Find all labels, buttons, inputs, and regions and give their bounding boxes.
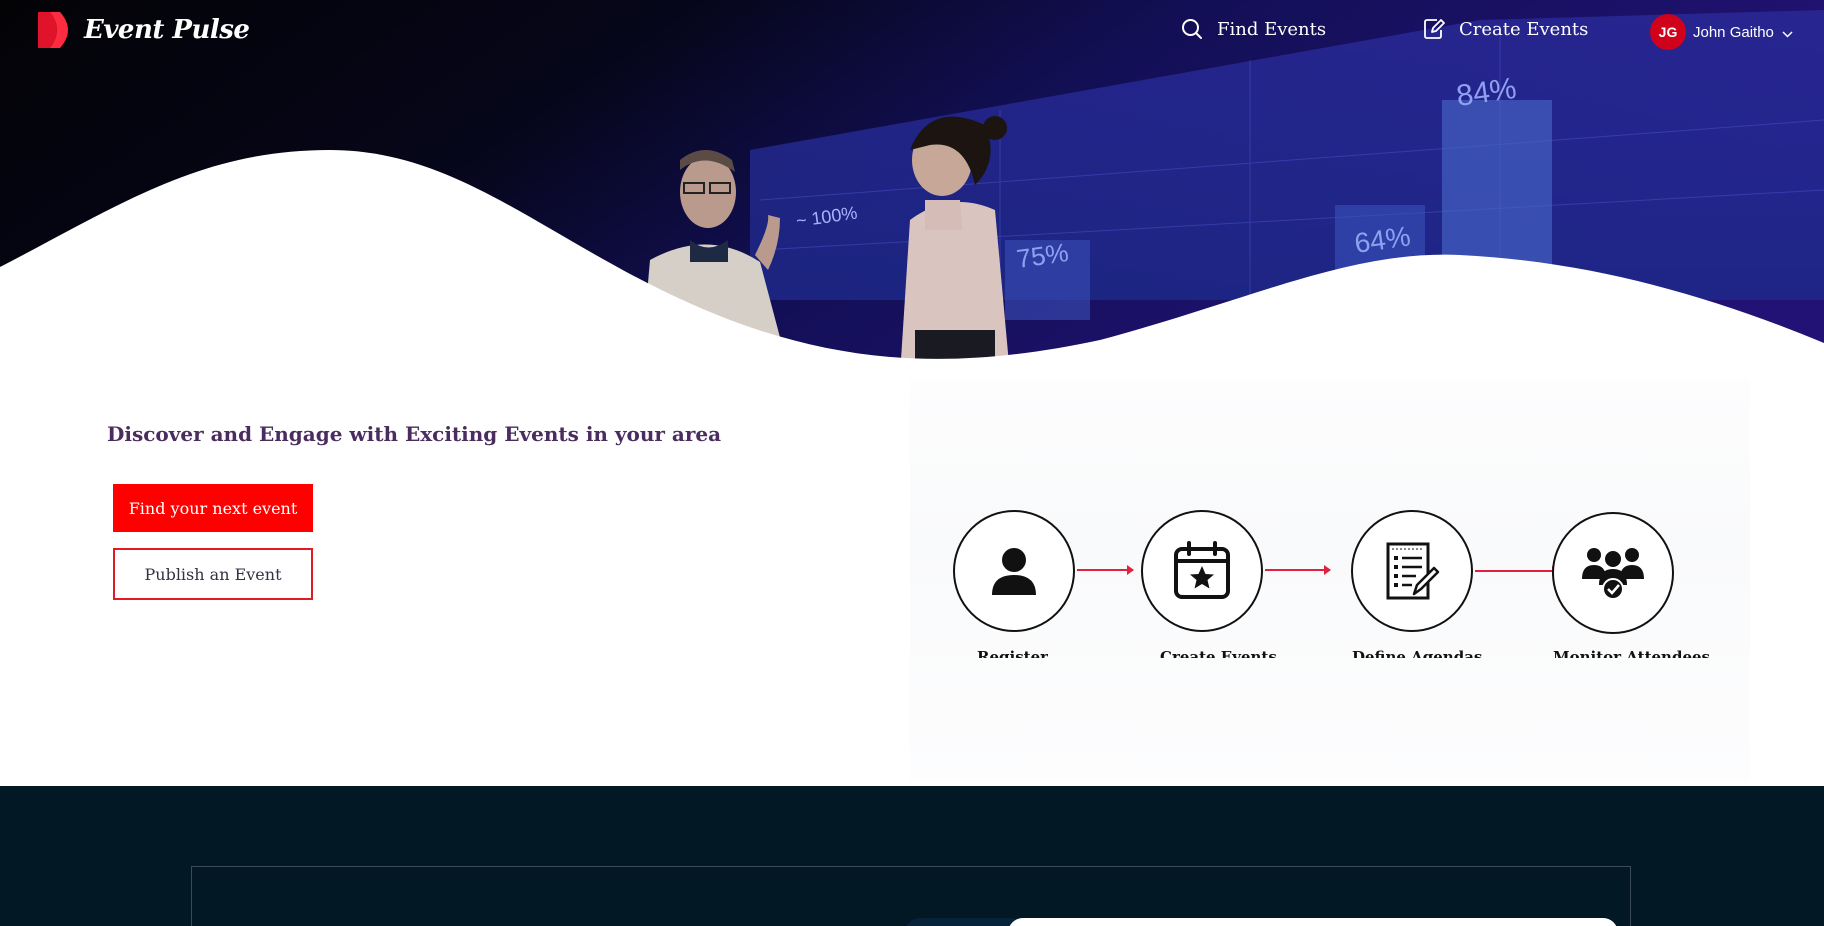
- calendar-star-icon: [1174, 541, 1230, 599]
- person-icon: [992, 548, 1036, 595]
- top-navbar: Event Pulse Find Events Create Events JG…: [0, 0, 1824, 64]
- nav-create-events[interactable]: Create Events: [1423, 18, 1588, 40]
- search-category-pill[interactable]: [905, 918, 1025, 926]
- workflow-arrow: [1077, 565, 1134, 575]
- edit-document-icon: [1424, 19, 1445, 39]
- nav-create-events-label: Create Events: [1459, 18, 1589, 40]
- search-icon: [1182, 19, 1202, 39]
- workflow-arrow: [1265, 565, 1331, 575]
- workflow-step-register: [953, 510, 1075, 632]
- workflow-step-label: Register: [977, 648, 1049, 658]
- brand-logo-icon: [38, 12, 68, 48]
- nav-find-events[interactable]: Find Events: [1181, 18, 1326, 40]
- brand-name: Event Pulse: [84, 15, 250, 45]
- workflow-step-label: Monitor Attendees: [1553, 648, 1710, 658]
- workflow-arrow: [1475, 566, 1559, 576]
- user-menu[interactable]: JG John Gaitho: [1650, 14, 1793, 50]
- workflow-step-label: Define Agendas: [1352, 648, 1483, 658]
- avatar: JG: [1650, 14, 1686, 50]
- find-next-event-button[interactable]: Find your next event: [113, 484, 313, 532]
- workflow-step-define-agendas: [1351, 510, 1473, 632]
- footer-section: [0, 786, 1824, 926]
- search-bar[interactable]: [1008, 918, 1618, 926]
- search-card: [191, 866, 1631, 926]
- group-check-icon: [1582, 548, 1644, 600]
- workflow-step-create-events: [1141, 510, 1263, 632]
- page-tagline: Discover and Engage with Exciting Events…: [107, 422, 722, 446]
- workflow-step-monitor-attendees: [1552, 512, 1674, 634]
- chevron-down-icon: [1782, 30, 1793, 38]
- workflow-step-label: Create Events: [1160, 648, 1277, 658]
- user-name: John Gaitho: [1693, 23, 1774, 41]
- brand-logo[interactable]: Event Pulse: [36, 10, 250, 50]
- publish-event-button[interactable]: Publish an Event: [113, 548, 313, 600]
- nav-find-events-label: Find Events: [1217, 18, 1327, 40]
- checklist-icon: [1386, 542, 1440, 600]
- workflow-illustration: Register Create Events Define Agendas Mo…: [910, 380, 1750, 780]
